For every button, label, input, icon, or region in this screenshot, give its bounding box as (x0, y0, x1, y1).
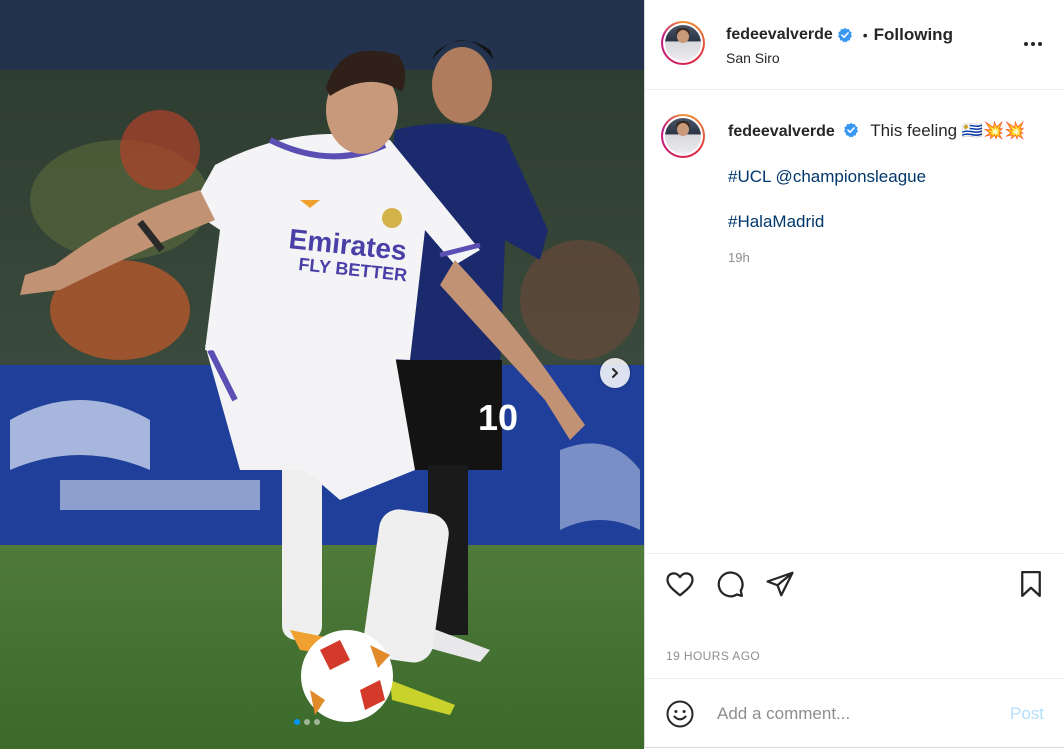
location-link[interactable]: San Siro (726, 50, 780, 66)
header-username[interactable]: fedeevalverde (726, 26, 833, 44)
post-caption: fedeevalverde This feeling 🇺🇾💥💥 #UCL @ch… (728, 120, 1048, 233)
comment-icon[interactable] (715, 569, 745, 599)
avatar[interactable] (661, 21, 705, 65)
carousel-dot (294, 719, 300, 725)
carousel-dot (314, 719, 320, 725)
hashtag-mention-line[interactable]: #UCL @championsleague (728, 166, 1048, 188)
post-detail-panel: fedeevalverde • Following San Siro fedee… (644, 0, 1064, 748)
post-comment-button[interactable]: Post (1010, 704, 1044, 724)
bookmark-icon[interactable] (1016, 569, 1046, 599)
photo-scene: 10 Emirates FLY BETTER (0, 0, 644, 749)
carousel-dot (304, 719, 310, 725)
share-icon[interactable] (765, 569, 795, 599)
caption-age: 19h (728, 250, 750, 265)
carousel-indicator (294, 719, 320, 725)
verified-badge-icon (837, 27, 852, 43)
carousel-next-button[interactable] (600, 358, 630, 388)
caption-avatar[interactable] (661, 114, 705, 158)
chevron-right-icon (612, 368, 618, 378)
opponent-number: 10 (478, 397, 518, 438)
comment-bar: Post (645, 678, 1064, 748)
verified-badge-icon (844, 122, 859, 138)
hashtag-halamadrid[interactable]: #HalaMadrid (728, 211, 1048, 233)
post-timestamp: 19 HOURS AGO (666, 649, 761, 663)
post-photo[interactable]: 10 Emirates FLY BETTER (0, 0, 644, 749)
post-header: fedeevalverde • Following San Siro (645, 0, 1064, 90)
separator-bullet: • (862, 27, 868, 43)
more-options-icon[interactable] (1020, 34, 1046, 54)
header-user-row: fedeevalverde • Following (726, 25, 953, 45)
emoji-icon[interactable] (665, 699, 695, 729)
action-bar (645, 553, 1064, 614)
comment-input[interactable] (715, 701, 999, 727)
heart-icon[interactable] (665, 569, 695, 599)
caption-username[interactable]: fedeevalverde (728, 123, 835, 140)
following-button[interactable]: Following (874, 25, 953, 45)
caption-text: This feeling 🇺🇾💥💥 (870, 121, 1026, 140)
